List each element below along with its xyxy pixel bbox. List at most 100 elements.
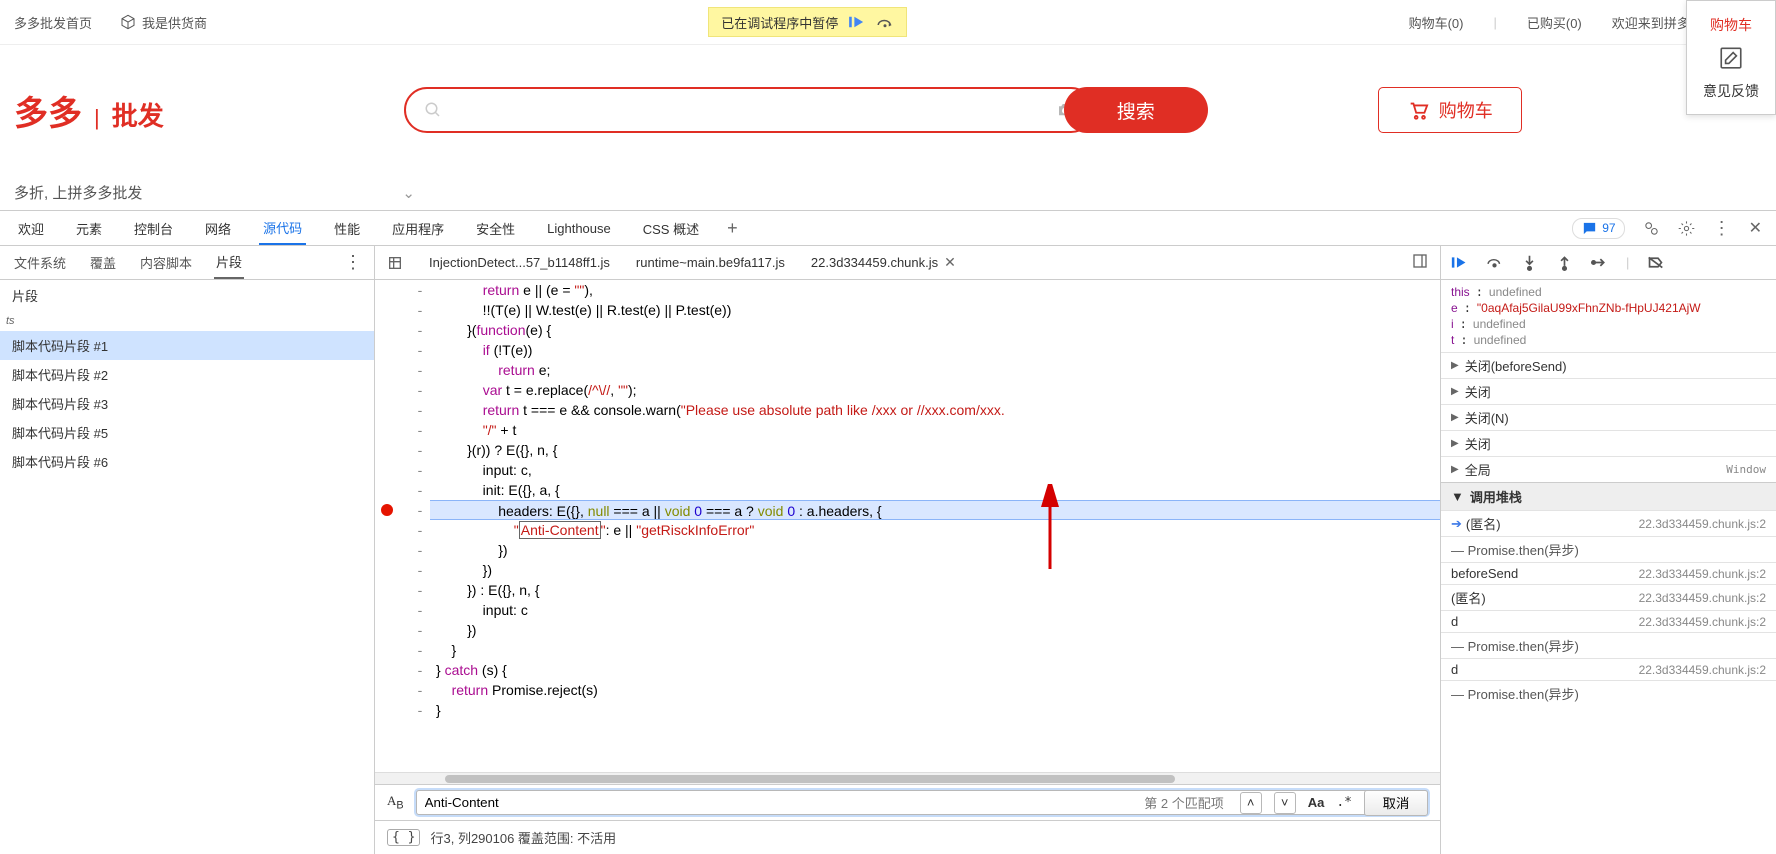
site-logo[interactable]: 多多 | 批发 xyxy=(14,86,164,135)
code-line[interactable]: !!(T(e) || W.test(e) || R.test(e) || P.t… xyxy=(430,300,1440,320)
issues-badge[interactable]: 97 xyxy=(1572,218,1624,239)
horizontal-scrollbar[interactable] xyxy=(375,772,1440,784)
step-out-icon[interactable] xyxy=(1556,254,1573,271)
resume-button-icon[interactable] xyxy=(1451,254,1468,271)
step-into-icon[interactable] xyxy=(1521,254,1538,271)
file-tab[interactable]: InjectionDetect...57_b1148ff1.js xyxy=(429,255,610,270)
scope-section[interactable]: ▶全局Window xyxy=(1441,456,1776,482)
devtools-tab-0[interactable]: 欢迎 xyxy=(14,212,48,245)
pretty-print-icon[interactable]: { } xyxy=(387,829,420,846)
callstack-group: — Promise.then(异步) xyxy=(1441,536,1776,562)
snippet-item[interactable]: 脚本代码片段 #1 xyxy=(0,331,374,360)
code-line[interactable]: }) : E({}, n, { xyxy=(430,580,1440,600)
cart-icon xyxy=(1407,99,1429,121)
sources-subtab-2[interactable]: 内容脚本 xyxy=(138,247,194,278)
devtools-tab-3[interactable]: 网络 xyxy=(201,212,235,245)
file-tab[interactable]: runtime~main.be9fa117.js xyxy=(636,255,785,270)
callstack-header[interactable]: ▼调用堆栈 xyxy=(1441,482,1776,510)
close-file-icon[interactable]: ✕ xyxy=(944,254,956,271)
deactivate-breakpoints-icon[interactable] xyxy=(1647,254,1664,271)
callstack-group: — Promise.then(异步) xyxy=(1441,632,1776,658)
callstack-frame[interactable]: (匿名)22.3d334459.chunk.js:2 xyxy=(1441,584,1776,610)
step-icon[interactable] xyxy=(1591,254,1608,271)
code-line[interactable]: return e; xyxy=(430,360,1440,380)
snippet-item[interactable]: 脚本代码片段 #3 xyxy=(0,389,374,418)
feedback-float[interactable]: 购物车 意见反馈 xyxy=(1686,0,1776,115)
step-over-icon[interactable] xyxy=(876,15,894,29)
code-line[interactable]: var t = e.replace(/^\//, ""); xyxy=(430,380,1440,400)
nav-files-icon[interactable] xyxy=(387,255,403,271)
code-line[interactable]: "/" + t xyxy=(430,420,1440,440)
scope-section[interactable]: ▶关闭 xyxy=(1441,378,1776,404)
scope-variables: this: undefined e: "0aqAfaj5GilaU99xFhnZ… xyxy=(1441,280,1776,352)
sources-more-icon[interactable]: ⋮ xyxy=(344,252,362,273)
regex-toggle[interactable]: .* xyxy=(1336,795,1352,810)
devtools-tab-9[interactable]: CSS 概述 xyxy=(639,212,703,245)
code-line[interactable]: } xyxy=(430,640,1440,660)
code-line[interactable]: }) xyxy=(430,540,1440,560)
callstack-frame[interactable]: d22.3d334459.chunk.js:2 xyxy=(1441,610,1776,632)
gear-icon[interactable] xyxy=(1678,220,1695,237)
snippet-item[interactable]: 脚本代码片段 #6 xyxy=(0,447,374,476)
cart-button[interactable]: 购物车 xyxy=(1378,87,1522,133)
topbar-bought[interactable]: 已购买(0) xyxy=(1527,13,1582,32)
devtools: 欢迎元素控制台网络源代码性能应用程序安全性LighthouseCSS 概述 + … xyxy=(0,210,1776,854)
float-cart-label: 购物车 xyxy=(1710,15,1752,35)
scope-section[interactable]: ▶关闭(beforeSend) xyxy=(1441,352,1776,378)
snippet-item[interactable]: 脚本代码片段 #5 xyxy=(0,418,374,447)
sources-subtab-1[interactable]: 覆盖 xyxy=(88,247,118,278)
search-input[interactable] xyxy=(454,102,1044,119)
devtools-tab-4[interactable]: 源代码 xyxy=(259,211,306,245)
code-line[interactable]: "Anti-Content": e || "getRisckInfoError" xyxy=(430,520,1440,540)
find-next-icon[interactable]: ˅ xyxy=(1274,792,1296,814)
code-line[interactable]: }) xyxy=(430,620,1440,640)
close-devtools-icon[interactable]: ✕ xyxy=(1749,218,1762,238)
devtools-tab-5[interactable]: 性能 xyxy=(330,212,364,245)
search-button[interactable]: 搜索 xyxy=(1064,87,1208,133)
snippet-item[interactable]: 脚本代码片段 #2 xyxy=(0,360,374,389)
breakpoint-marker[interactable] xyxy=(381,504,393,516)
callstack-frame[interactable]: beforeSend22.3d334459.chunk.js:2 xyxy=(1441,562,1776,584)
devtools-tab-8[interactable]: Lighthouse xyxy=(543,214,615,243)
file-tab[interactable]: 22.3d334459.chunk.js✕ xyxy=(811,254,956,271)
code-line[interactable]: return e || (e = ""), xyxy=(430,280,1440,300)
callstack-frame[interactable]: d22.3d334459.chunk.js:2 xyxy=(1441,658,1776,680)
code-line[interactable]: return Promise.reject(s) xyxy=(430,680,1440,700)
scope-section[interactable]: ▶关闭(N) xyxy=(1441,404,1776,430)
match-case-toggle[interactable]: Aa xyxy=(1308,795,1325,810)
search-box[interactable] xyxy=(404,87,1094,133)
sources-subtab-0[interactable]: 文件系统 xyxy=(12,247,68,278)
code-line[interactable]: }) xyxy=(430,560,1440,580)
devtools-tab-7[interactable]: 安全性 xyxy=(472,212,519,245)
code-line[interactable]: input: c xyxy=(430,600,1440,620)
code-line[interactable]: init: E({}, a, { xyxy=(430,480,1440,500)
devtools-tab-1[interactable]: 元素 xyxy=(72,212,106,245)
code-line[interactable]: return t === e && console.warn("Please u… xyxy=(430,400,1440,420)
feedback-label: 意见反馈 xyxy=(1703,81,1759,101)
step-over-button-icon[interactable] xyxy=(1486,254,1503,271)
more-icon[interactable]: ⋮ xyxy=(1713,218,1731,239)
devtools-tab-6[interactable]: 应用程序 xyxy=(388,212,448,245)
find-mode-toggle[interactable]: AB xyxy=(387,793,404,812)
settings-extra-icon[interactable] xyxy=(1643,220,1660,237)
code-line[interactable]: if (!T(e)) xyxy=(430,340,1440,360)
code-line[interactable]: headers: E({}, null === a || void 0 === … xyxy=(430,500,1440,520)
code-line[interactable]: }(function(e) { xyxy=(430,320,1440,340)
sources-subtab-3[interactable]: 片段 xyxy=(214,246,244,279)
resume-icon[interactable] xyxy=(848,15,866,29)
home-link[interactable]: 多多批发首页 xyxy=(14,13,92,32)
devtools-tab-2[interactable]: 控制台 xyxy=(130,212,177,245)
topbar-cart[interactable]: 购物车(0) xyxy=(1409,13,1464,32)
scope-section[interactable]: ▶关闭 xyxy=(1441,430,1776,456)
toggle-sidebar-icon[interactable] xyxy=(1412,253,1428,269)
code-area[interactable]: ---------------------- return e || (e = … xyxy=(375,280,1440,772)
code-line[interactable]: input: c, xyxy=(430,460,1440,480)
code-line[interactable]: }(r)) ? E({}, n, { xyxy=(430,440,1440,460)
find-cancel-button[interactable]: 取消 xyxy=(1364,790,1428,816)
code-line[interactable]: } catch (s) { xyxy=(430,660,1440,680)
add-tab-icon[interactable]: + xyxy=(727,218,738,239)
find-prev-icon[interactable]: ˄ xyxy=(1240,792,1262,814)
supplier-link[interactable]: 我是供货商 xyxy=(120,13,207,32)
callstack-frame[interactable]: ➔(匿名)22.3d334459.chunk.js:2 xyxy=(1441,510,1776,536)
code-line[interactable]: } xyxy=(430,700,1440,720)
